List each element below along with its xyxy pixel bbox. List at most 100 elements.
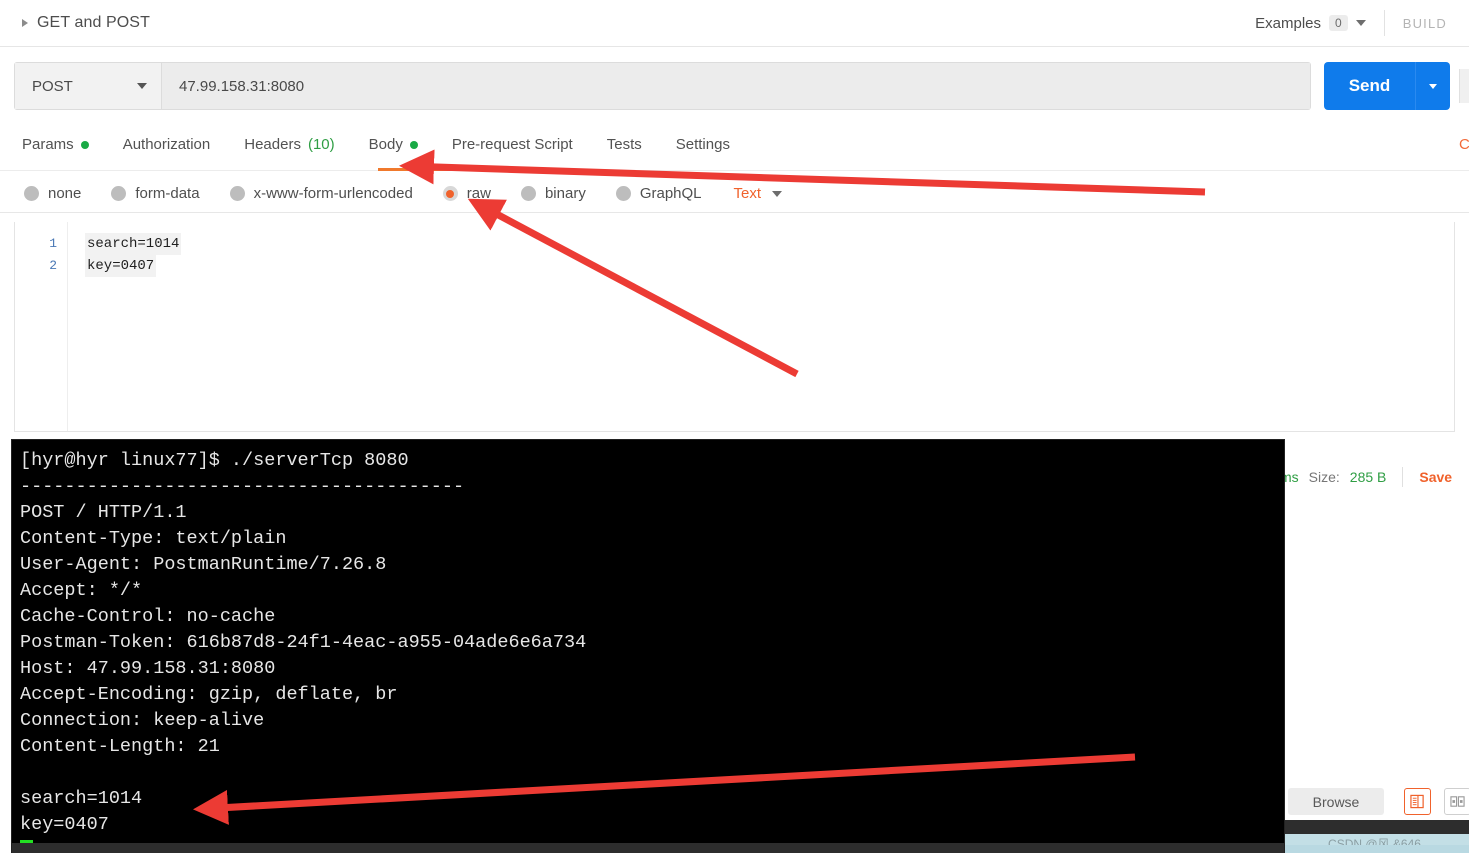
examples-label: Examples (1255, 14, 1322, 32)
terminal-output: [hyr@hyr linux77]$ ./serverTcp 8080 ----… (12, 440, 1284, 853)
radio-icon[interactable] (229, 186, 245, 201)
tab-label: Tests (606, 136, 642, 153)
examples-dropdown[interactable]: Examples 0 (1255, 15, 1366, 32)
editor-line-text: search=1014 (85, 233, 182, 255)
radio-icon[interactable] (24, 186, 39, 201)
terminal-line: User-Agent: PostmanRuntime/7.26.8 (20, 554, 387, 575)
http-method-select[interactable]: POST (15, 63, 162, 109)
tab-settings[interactable]: Settings (676, 126, 730, 153)
tab-authorization[interactable]: Authorization (123, 126, 211, 153)
body-types-divider (0, 212, 1469, 213)
editor-line: key=0407 (85, 255, 181, 277)
terminal-line: Accept: */* (20, 580, 143, 601)
body-format-value: Text (733, 185, 762, 202)
body-type-raw[interactable]: raw (442, 185, 491, 202)
radio-label: form-data (135, 185, 200, 202)
request-url-row: POST 47.99.158.31:8080 Send (0, 47, 1469, 126)
terminal-line: Content-Type: text/plain (20, 528, 287, 549)
http-method-value: POST (32, 77, 73, 95)
radio-icon[interactable] (520, 186, 536, 201)
terminal-line: search=1014 (20, 788, 143, 809)
desktop-strip (1280, 820, 1469, 834)
chevron-down-icon[interactable] (137, 83, 147, 89)
headers-count: (10) (307, 136, 335, 153)
status-dot-icon (80, 140, 89, 149)
two-pane-glyph (1410, 794, 1424, 809)
body-type-graphql[interactable]: GraphQL (615, 185, 702, 202)
chevron-down-icon[interactable] (772, 190, 783, 197)
body-type-binary[interactable]: binary (520, 185, 586, 202)
chevron-down-icon (1429, 83, 1437, 89)
terminal-line: Content-Length: 21 (20, 736, 220, 757)
radio-icon-selected[interactable] (442, 186, 458, 201)
terminal-line: [hyr@hyr linux77]$ ./serverTcp 8080 (20, 450, 409, 471)
tab-params[interactable]: Params (22, 126, 89, 153)
examples-count-badge: 0 (1329, 15, 1348, 31)
body-type-none[interactable]: none (24, 185, 81, 202)
radio-label: GraphQL (639, 185, 702, 202)
body-type-form-data[interactable]: form-data (111, 185, 200, 202)
active-tab-underline (378, 168, 476, 171)
terminal-window[interactable]: [hyr@hyr linux77]$ ./serverTcp 8080 ----… (12, 440, 1284, 853)
split-view-glyph (1450, 796, 1465, 807)
expand-triangle-icon[interactable] (22, 19, 28, 27)
line-number: 2 (49, 258, 57, 273)
tab-body[interactable]: Body (369, 126, 418, 153)
editor-line: search=1014 (85, 233, 182, 255)
page-title: GET and POST (37, 14, 150, 31)
terminal-line: Connection: keep-alive (20, 710, 265, 731)
split-view-icon[interactable] (1444, 788, 1469, 815)
radio-label: none (48, 185, 82, 202)
build-button[interactable]: BUILD (1403, 16, 1447, 31)
line-number: 1 (49, 236, 57, 251)
terminal-line: Cache-Control: no-cache (20, 606, 276, 627)
radio-icon[interactable] (615, 186, 631, 201)
tab-label: Params (22, 136, 74, 153)
tab-pre-request-script[interactable]: Pre-request Script (452, 126, 573, 153)
body-type-urlencoded[interactable]: x-www-form-urlencoded (229, 185, 413, 202)
terminal-line: key=0407 (20, 814, 109, 835)
tab-tests[interactable]: Tests (607, 126, 642, 153)
editor-content[interactable]: search=1014 key=0407 (85, 233, 182, 277)
chevron-down-icon[interactable] (1355, 20, 1366, 26)
body-format-select[interactable]: Text (734, 185, 783, 202)
terminal-line: ---------------------------------------- (20, 476, 465, 497)
top-breadcrumb-bar: GET and POST Examples 0 BUILD (0, 0, 1469, 47)
radio-icon[interactable] (111, 186, 127, 201)
radio-label: x-www-form-urlencoded (253, 185, 413, 202)
tab-label: Body (368, 136, 403, 153)
response-size-label: Size: (1308, 469, 1340, 485)
send-options-button[interactable] (1415, 62, 1450, 110)
terminal-line: POST / HTTP/1.1 (20, 502, 187, 523)
method-url-group: POST 47.99.158.31:8080 (14, 62, 1311, 110)
tabs-divider (0, 170, 1469, 171)
editor-line-text: key=0407 (85, 255, 157, 277)
divider (1383, 10, 1385, 36)
send-button[interactable]: Send (1324, 62, 1415, 110)
terminal-bottom-bar (12, 843, 1284, 853)
response-meta-bar: ms Size: 285 B Save (1280, 460, 1469, 494)
cookies-link[interactable]: C (1459, 136, 1469, 153)
postman-window: GET and POST Examples 0 BUILD POST 47.99… (0, 0, 1469, 853)
raw-body-editor[interactable]: 1 2 search=1014 key=0407 (14, 222, 1455, 432)
tab-label: Authorization (122, 136, 211, 153)
divider (1402, 467, 1404, 487)
radio-label: raw (466, 185, 491, 202)
two-pane-view-icon[interactable] (1404, 788, 1431, 815)
tab-headers[interactable]: Headers (10) (244, 126, 334, 153)
terminal-line: Accept-Encoding: gzip, deflate, br (20, 684, 398, 705)
right-scroll-grip[interactable] (1459, 69, 1469, 103)
tab-label: Settings (675, 136, 730, 153)
save-response-button[interactable]: Save (1419, 469, 1452, 485)
tab-label: Pre-request Script (451, 136, 573, 153)
terminal-line: Postman-Token: 616b87d8-24f1-4eac-a955-0… (20, 632, 587, 653)
breadcrumb[interactable]: GET and POST (22, 14, 150, 32)
topbar-right-group: Examples 0 BUILD (1255, 0, 1469, 46)
status-dot-icon (409, 140, 418, 149)
browse-button[interactable]: Browse (1288, 788, 1384, 815)
terminal-line: Host: 47.99.158.31:8080 (20, 658, 276, 679)
send-button-group[interactable]: Send (1324, 62, 1450, 110)
url-input[interactable]: 47.99.158.31:8080 (162, 63, 1310, 109)
radio-label: binary (544, 185, 586, 202)
